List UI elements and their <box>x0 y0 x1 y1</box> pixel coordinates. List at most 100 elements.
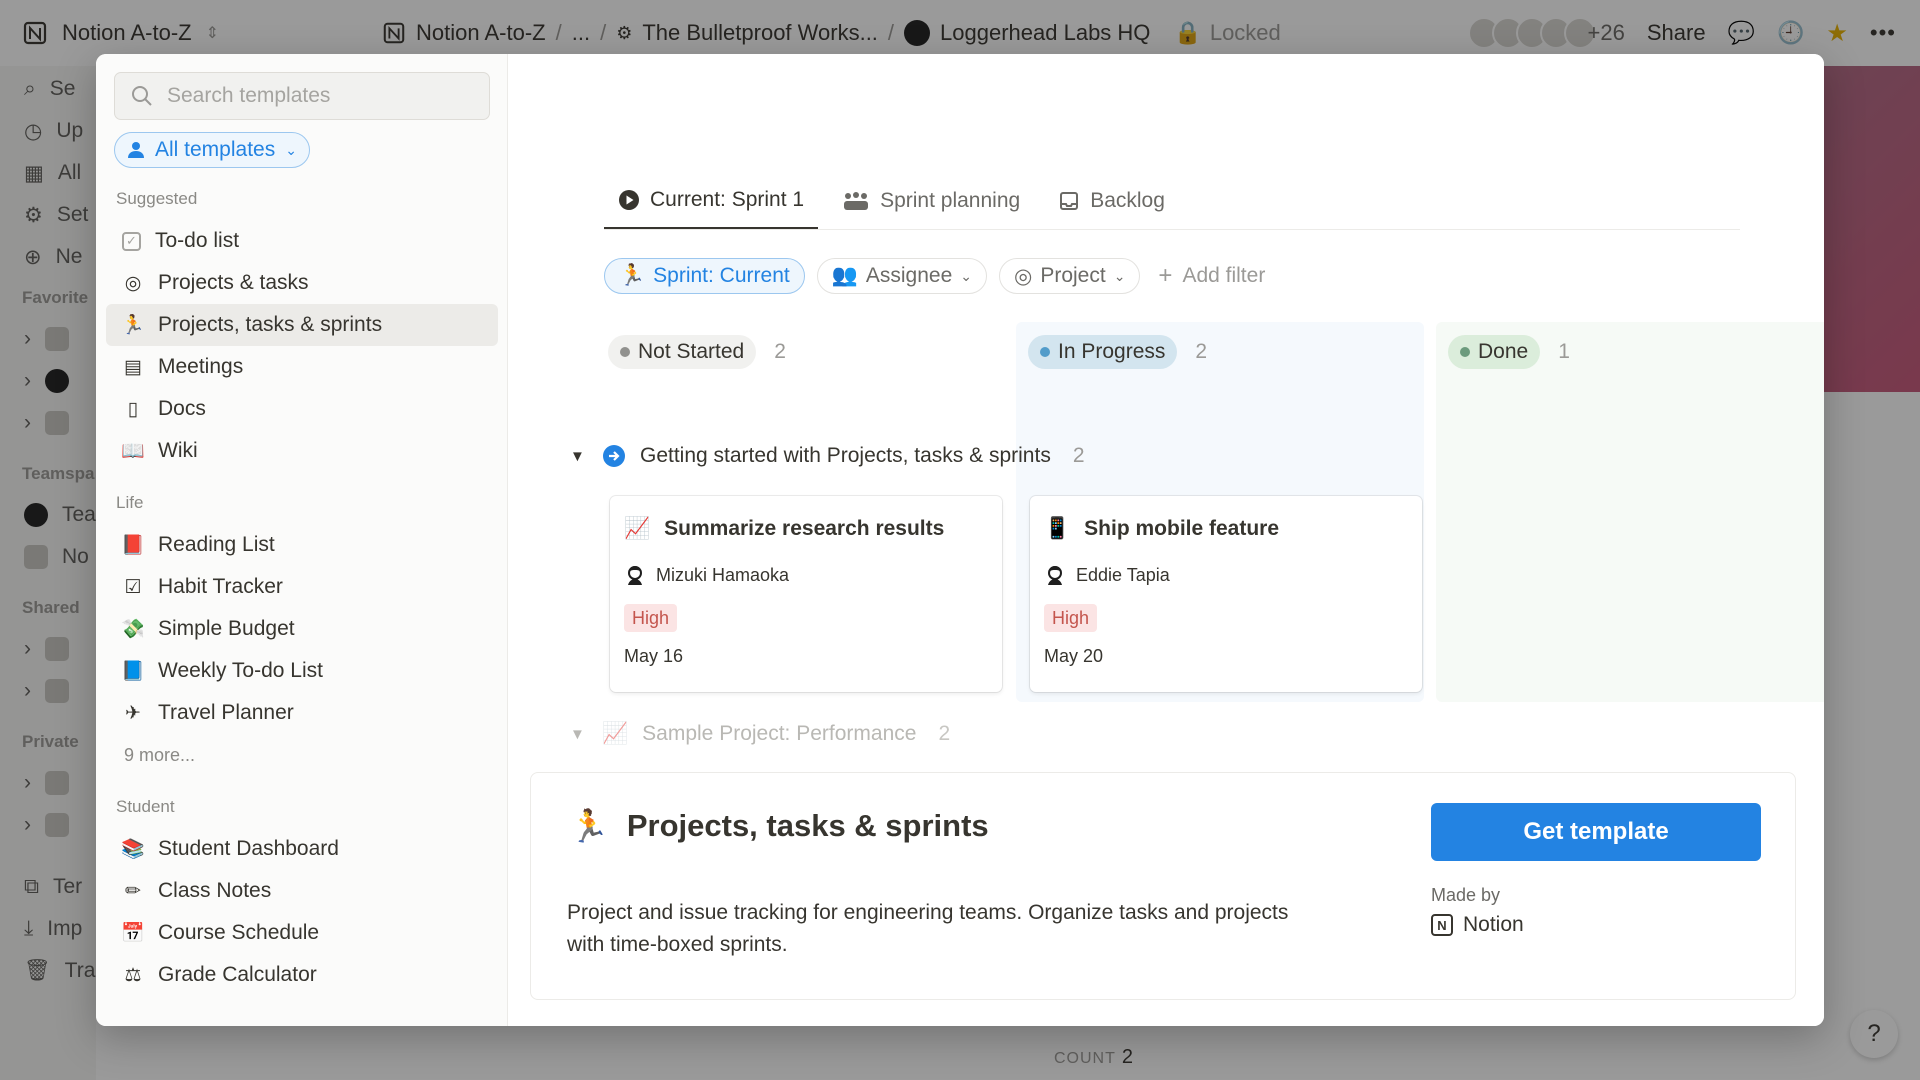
template-item-projects-tasks-sprints[interactable]: 🏃 Projects, tasks & sprints <box>106 304 498 346</box>
phone-icon: 📱 <box>1044 517 1071 540</box>
card-date: May 16 <box>624 646 684 666</box>
template-search[interactable] <box>114 72 490 120</box>
column-count: 2 <box>774 340 786 363</box>
chevron-down-icon: ⌄ <box>285 141 297 158</box>
tab-label: Backlog <box>1090 188 1165 212</box>
template-item-habit-tracker[interactable]: ☑ Habit Tracker <box>106 566 498 608</box>
done-column-bg <box>1436 322 1824 702</box>
checked-box-icon: ☑ <box>124 576 142 598</box>
column-header-not-started[interactable]: Not Started 2 <box>608 330 786 374</box>
column-header-done[interactable]: Done 1 <box>1448 330 1570 374</box>
notion-logo-icon: N <box>1431 914 1453 936</box>
chevron-down-icon: ⌄ <box>1113 267 1126 284</box>
board-group-header[interactable]: ▼ Getting started with Projects, tasks &… <box>570 444 1085 468</box>
tab-sprint-planning[interactable]: Sprint planning <box>828 172 1034 229</box>
template-preview: Current: Sprint 1 Sprint planning Backlog … <box>508 54 1824 1026</box>
template-item-wiki[interactable]: 📖 Wiki <box>106 430 498 472</box>
sprint-filter-chip[interactable]: 🏃 Sprint: Current <box>604 258 805 294</box>
project-filter-chip[interactable]: ◎ Project ⌄ <box>999 258 1141 294</box>
avatar <box>1048 566 1062 585</box>
card-assignee: Mizuki Hamaoka <box>624 562 988 588</box>
template-item-label: Habit Tracker <box>158 575 283 598</box>
status-badge: In Progress <box>1028 335 1178 369</box>
template-item-to-do-list[interactable]: ✓ To-do list <box>106 220 498 262</box>
collapse-triangle-icon: ▼ <box>570 447 585 465</box>
board-card[interactable]: 📈 Summarize research results Mizuki Hamaok… <box>610 496 1002 692</box>
template-item-label: Weekly To-do List <box>158 659 323 682</box>
runner-icon: 🏃 <box>619 264 646 287</box>
blue-book-icon: 📘 <box>121 661 145 682</box>
all-templates-filter[interactable]: All templates ⌄ <box>114 132 310 168</box>
made-by-label: Made by <box>1431 885 1501 905</box>
template-item-travel-planner[interactable]: ✈ Travel Planner <box>106 692 498 734</box>
template-item-label: Projects, tasks & sprints <box>158 313 383 336</box>
column-header-in-progress[interactable]: In Progress 2 <box>1028 330 1207 374</box>
status-badge: Not Started <box>608 335 757 369</box>
template-item-label: Simple Budget <box>158 617 295 640</box>
play-circle-icon <box>618 189 640 211</box>
template-item-student-dashboard[interactable]: 📚 Student Dashboard <box>106 828 498 870</box>
document-icon: ▯ <box>127 398 139 420</box>
show-more-templates[interactable]: 9 more... <box>106 734 498 776</box>
collapse-triangle-icon: ▼ <box>570 725 585 743</box>
add-filter-button[interactable]: + Add filter <box>1152 262 1265 290</box>
get-template-button[interactable]: Get template <box>1431 803 1761 861</box>
airplane-icon: ✈ <box>125 702 141 724</box>
template-group-header: Life <box>116 493 144 512</box>
template-item-label: Grade Calculator <box>158 963 317 986</box>
status-badge: Done <box>1448 335 1541 369</box>
template-sidebar: All templates ⌄ Suggested ✓ To-do list ◎ Pro… <box>96 54 508 1026</box>
money-icon: 💸 <box>121 619 145 640</box>
chart-icon: 📈 <box>624 517 651 540</box>
priority-tag: High <box>624 604 678 632</box>
book-stack-icon: 📕 <box>121 535 145 556</box>
template-item-label: Student Dashboard <box>158 837 339 860</box>
arrow-circle-icon <box>603 445 625 467</box>
avatar <box>628 566 642 585</box>
runner-icon: 🏃 <box>569 808 609 844</box>
template-gallery-modal: All templates ⌄ Suggested ✓ To-do list ◎ Pro… <box>96 54 1824 1026</box>
search-icon <box>132 86 152 106</box>
board-group-header[interactable]: ▼ 📈 Sample Project: Performance 2 <box>570 722 950 746</box>
tab-label: Sprint planning <box>880 188 1021 212</box>
target-icon: ◎ <box>1014 264 1033 288</box>
tab-current-sprint-1[interactable]: Current: Sprint 1 <box>604 172 819 229</box>
template-item-reading-list[interactable]: 📕 Reading List <box>106 524 498 566</box>
template-item-simple-budget[interactable]: 💸 Simple Budget <box>106 608 498 650</box>
tab-backlog[interactable]: Backlog <box>1044 172 1179 229</box>
template-item-projects-tasks[interactable]: ◎ Projects & tasks <box>106 262 498 304</box>
calendar-page-icon: 📅 <box>121 923 145 944</box>
people-icon: 👥 <box>831 264 858 287</box>
template-item-meetings[interactable]: ▤ Meetings <box>106 346 498 388</box>
assignee-filter-chip[interactable]: 👥 Assignee ⌄ <box>816 258 987 294</box>
template-author[interactable]: N Notion <box>1431 913 1524 937</box>
template-item-weekly-to-do-list[interactable]: 📘 Weekly To-do List <box>106 650 498 692</box>
card-date: May 20 <box>1044 646 1104 666</box>
person-icon <box>128 142 144 158</box>
template-item-grade-calculator[interactable]: ⚖ Grade Calculator <box>106 954 498 996</box>
template-item-label: Travel Planner <box>158 701 294 724</box>
status-dot-icon <box>1040 347 1050 357</box>
status-dot-icon <box>1460 347 1470 357</box>
target-icon: ◎ <box>124 272 142 294</box>
inbox-icon <box>1058 190 1080 212</box>
column-count: 1 <box>1558 340 1570 363</box>
book-icon: 📖 <box>121 441 145 462</box>
template-item-docs[interactable]: ▯ Docs <box>106 388 498 430</box>
template-group-header: Student <box>116 797 175 816</box>
template-item-class-notes[interactable]: ✏ Class Notes <box>106 870 498 912</box>
template-group-header: Suggested <box>116 189 198 208</box>
column-count: 2 <box>1195 340 1208 363</box>
template-info-panel: 🏃 Projects, tasks & sprints Project and … <box>530 772 1796 1000</box>
search-input[interactable] <box>167 84 467 108</box>
board-card[interactable]: 📱 Ship mobile feature Eddie Tapia High May 2… <box>1030 496 1422 692</box>
template-item-course-schedule[interactable]: 📅 Course Schedule <box>106 912 498 954</box>
card-assignee: Eddie Tapia <box>1044 562 1408 588</box>
template-list: Suggested ✓ To-do list ◎ Projects & tasks 🏃 Pr… <box>106 178 498 996</box>
pencil-icon: ✏ <box>125 880 141 902</box>
card-title: 📱 Ship mobile feature <box>1044 517 1280 540</box>
books-icon: 📚 <box>121 839 145 860</box>
template-item-label: Class Notes <box>158 879 272 902</box>
template-item-label: Docs <box>158 397 206 420</box>
card-title: 📈 Summarize research results <box>624 517 945 540</box>
